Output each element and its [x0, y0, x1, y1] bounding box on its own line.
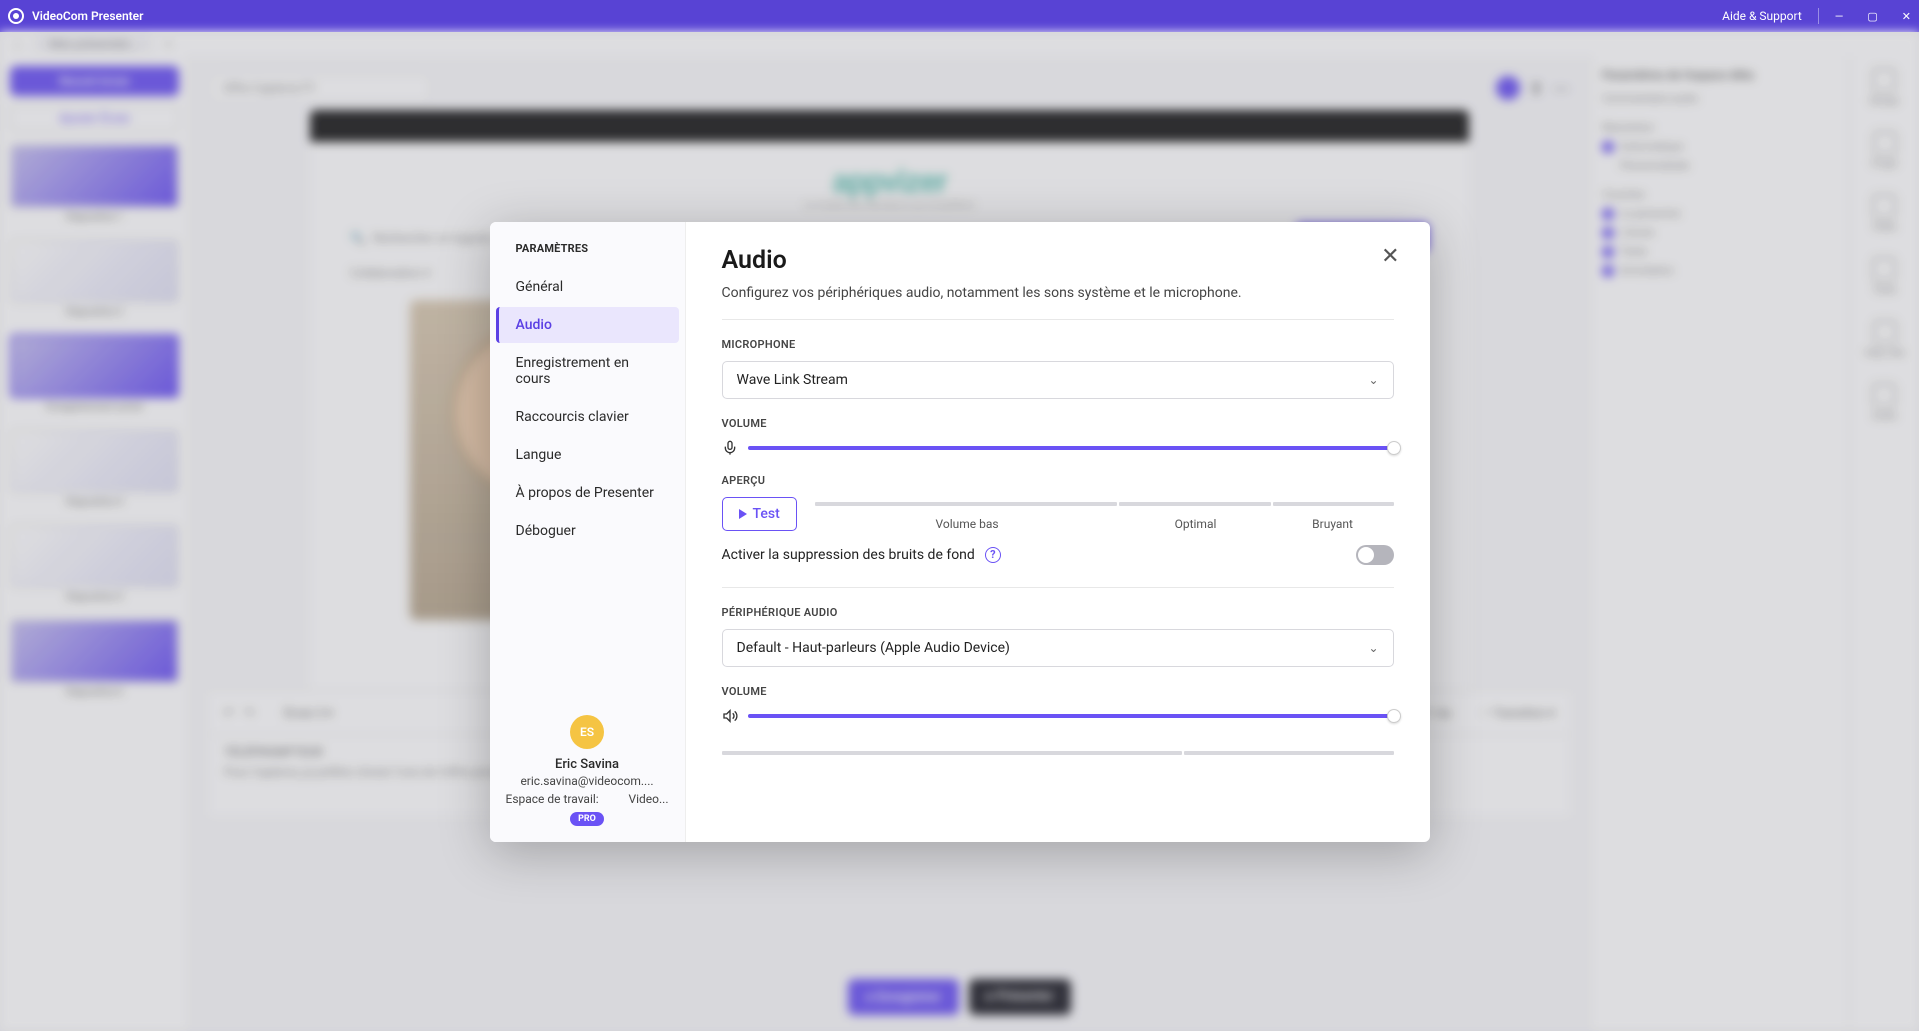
sidebar-item-general[interactable]: Général	[496, 269, 679, 305]
output-meter	[722, 742, 1394, 764]
settings-sidebar-head: PARAMÈTRES	[490, 222, 685, 269]
microphone-value: Wave Link Stream	[737, 372, 848, 388]
close-icon[interactable]: ✕	[1381, 244, 1399, 269]
window-close-button[interactable]: ✕	[1902, 10, 1911, 23]
user-avatar: ES	[570, 715, 604, 749]
sidebar-item-language[interactable]: Langue	[496, 437, 679, 473]
help-support-link[interactable]: Aide & Support	[1722, 9, 1802, 23]
output-volume-label: VOLUME	[722, 685, 1394, 698]
meter-label-low: Volume bas	[815, 517, 1120, 531]
volume-meter	[815, 497, 1394, 511]
microphone-icon	[722, 440, 738, 456]
chevron-down-icon: ⌄	[1368, 641, 1378, 655]
help-icon[interactable]: ?	[985, 547, 1001, 563]
sidebar-user-footer: ES Eric Savina eric.savina@videocom.... …	[490, 699, 685, 842]
workspace-value: Video...	[628, 792, 668, 806]
speaker-icon	[722, 708, 738, 724]
preview-label: APERÇU	[722, 474, 1394, 487]
divider	[722, 587, 1394, 588]
pro-badge: PRO	[570, 812, 604, 826]
play-icon	[739, 509, 747, 519]
mic-volume-label: VOLUME	[722, 417, 1394, 430]
audio-device-value: Default - Haut-parleurs (Apple Audio Dev…	[737, 640, 1010, 656]
sidebar-item-debug[interactable]: Déboguer	[496, 513, 679, 549]
content-description: Configurez vos périphériques audio, nota…	[722, 285, 1394, 301]
titlebar: VideoCom Presenter Aide & Support — ▢ ✕	[0, 0, 1919, 32]
settings-modal: PARAMÈTRES Général Audio Enregistrement …	[490, 222, 1430, 842]
chevron-down-icon: ⌄	[1368, 373, 1378, 387]
meter-label-loud: Bruyant	[1272, 517, 1394, 531]
app-title: VideoCom Presenter	[32, 9, 143, 23]
divider	[722, 319, 1394, 320]
output-volume-slider[interactable]	[748, 714, 1394, 718]
slider-thumb[interactable]	[1387, 441, 1401, 455]
user-name: Eric Savina	[506, 757, 669, 772]
audio-device-label: PÉRIPHÉRIQUE AUDIO	[722, 606, 1394, 619]
slider-thumb[interactable]	[1387, 709, 1401, 723]
noise-suppression-label: Activer la suppression des bruits de fon…	[722, 547, 975, 563]
workspace-label: Espace de travail:	[506, 792, 599, 806]
settings-content: ✕ Audio Configurez vos périphériques aud…	[686, 222, 1430, 842]
settings-modal-overlay: PARAMÈTRES Général Audio Enregistrement …	[0, 32, 1919, 1031]
test-button[interactable]: Test	[722, 497, 797, 531]
user-email: eric.savina@videocom....	[506, 774, 669, 788]
mic-volume-slider[interactable]	[748, 446, 1394, 450]
sidebar-item-recording[interactable]: Enregistrement en cours	[496, 345, 679, 397]
app-logo-icon	[8, 8, 24, 24]
test-button-label: Test	[753, 506, 780, 522]
window-maximize-button[interactable]: ▢	[1867, 10, 1877, 23]
content-title: Audio	[722, 246, 1394, 275]
sidebar-item-audio[interactable]: Audio	[496, 307, 679, 343]
microphone-select[interactable]: Wave Link Stream ⌄	[722, 361, 1394, 399]
window-minimize-button[interactable]: —	[1835, 10, 1844, 23]
noise-suppression-toggle[interactable]	[1356, 545, 1394, 565]
sidebar-item-shortcuts[interactable]: Raccourcis clavier	[496, 399, 679, 435]
meter-label-optimal: Optimal	[1119, 517, 1271, 531]
settings-sidebar: PARAMÈTRES Général Audio Enregistrement …	[490, 222, 686, 842]
microphone-label: MICROPHONE	[722, 338, 1394, 351]
audio-device-select[interactable]: Default - Haut-parleurs (Apple Audio Dev…	[722, 629, 1394, 667]
sidebar-item-about[interactable]: À propos de Presenter	[496, 475, 679, 511]
